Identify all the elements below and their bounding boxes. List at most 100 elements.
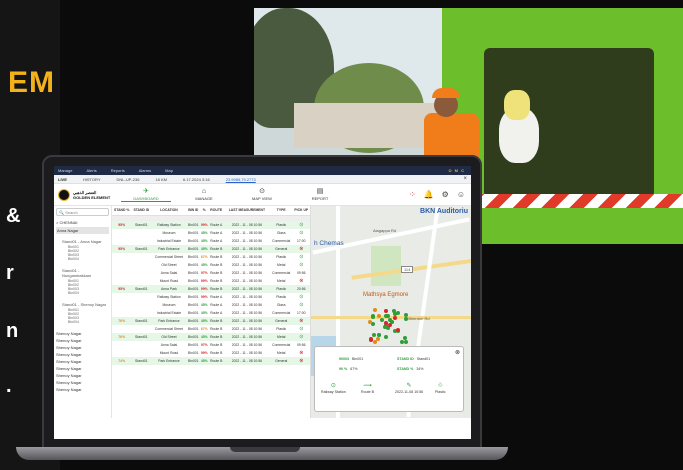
pickup-missed-icon[interactable]: ⊗ [299,318,303,324]
table-row[interactable]: Museum Bin001 45% Route A 2022 - 11 - 08 10:… [112,229,310,237]
cell-stand-pct [112,261,131,269]
cell-location: Anna Salai [160,343,178,347]
pickup-done-icon[interactable]: ⊙ [299,302,303,308]
table-row[interactable]: Industrial Estate Bin001 45% Route A 2022 - … [112,309,310,317]
bin-pin[interactable] [373,307,378,312]
area-item[interactable]: Shenoy Nagar [56,344,109,351]
nav-manage[interactable]: ⌂ MANAGE [179,188,229,201]
nav-report[interactable]: ▤ REPORT [295,188,345,201]
column-header[interactable]: PICK UP [292,206,310,216]
bin-pin[interactable] [395,310,400,315]
area-item[interactable]: Shenoy Nagar [56,372,109,379]
pickup-done-icon[interactable]: ⊙ [299,230,303,236]
bin-pin[interactable] [372,340,377,345]
column-header[interactable]: STAND % [112,206,132,216]
column-header[interactable]: LOCATION [151,206,187,216]
bell-icon[interactable]: 🔔 [424,190,434,199]
table-row[interactable]: 74% Stand01 Park Entrance Bin001 45% Route B2… [112,357,310,365]
pickup-done-icon[interactable]: ⊙ [299,222,303,228]
cell-pct: 97% [200,343,208,347]
table-row[interactable]: Mount Road Bin001 99% Route B 2022 - 11 - 08… [112,277,310,285]
table-row[interactable]: 76% Stand01 Old Street Bin001 45% Route B 2022… [112,333,310,341]
menu-reports[interactable]: Reports [111,168,125,173]
column-header[interactable]: BIN ID [186,206,200,216]
coords-link[interactable]: 23.9985,79.2773 [226,177,256,182]
history-tab[interactable]: HISTORY [83,177,101,182]
column-header[interactable]: % [199,206,209,216]
bin-pin[interactable] [372,333,377,338]
column-header[interactable]: TYPE [269,206,293,216]
column-header[interactable]: LAST MEASUREMENT [223,206,270,216]
bin-pin[interactable] [384,309,388,314]
area-item[interactable]: Shenoy Nagar [56,351,109,358]
pickup-done-icon[interactable]: ⊙ [299,262,303,268]
bin-pin[interactable] [376,332,381,337]
area-item[interactable]: Shenoy Nagar [56,379,109,386]
menu-alerts[interactable]: Alerts [86,168,96,173]
bin-pin[interactable] [390,320,395,325]
pickup-done-icon[interactable]: ⊙ [299,334,303,340]
bin-pin[interactable] [383,335,388,340]
pickup-missed-icon[interactable]: ⊗ [299,246,303,252]
area-item[interactable]: Shenoy Nagar [56,358,109,365]
bin-pin[interactable] [375,336,380,341]
table-row[interactable]: 95% Stand01 Railway Station Bin001 99% Route … [112,221,310,229]
nav-dashboard[interactable]: ✈ DASHBOARD [121,188,171,202]
menu-map[interactable]: Map [165,168,173,173]
profile-icon[interactable]: ☺ [457,190,465,199]
location-pin-icon: ⊙ [330,383,336,389]
bin-pin[interactable] [376,314,381,319]
stand-group-title[interactable]: Stand01 - Anna Nagar [56,238,109,245]
area-item[interactable]: Shenoy Nagar [56,337,109,344]
gear-icon[interactable]: ⚙ [442,190,449,199]
area-item[interactable]: Shenoy Nagar [56,386,109,393]
area-item[interactable]: Shenoy Nagar [56,330,109,337]
search-input[interactable]: 🔍 Search [56,208,109,216]
menu-alarms[interactable]: Alarms [139,168,151,173]
stand-group-title[interactable]: Stand01 - Nungambakkam [56,267,109,279]
cell-pct: 97% [200,271,208,275]
map-view[interactable]: BKN Auditoriu h Chemas Mathsya Egmore Al… [310,206,471,418]
area-item[interactable]: Shenoy Nagar [56,365,109,372]
bin-pin[interactable] [392,315,397,320]
table-row[interactable]: Anna Salai Bin001 97% Route B 2022 - 11 - 08… [112,341,310,349]
logo-text: العنصر الذهبي GOLDEN ELEMENT [73,190,110,200]
table-row[interactable]: 95% Stand01 Anna Park Bin001 99% Route B 2022 … [112,285,310,293]
table-row[interactable]: Industrial Estate Bin001 45% Route A 2022 - … [112,237,310,245]
column-header[interactable]: ROUTE [208,206,224,216]
pickup-missed-icon[interactable]: ⊗ [299,358,303,364]
cell-location: Museum [162,303,176,307]
table-row[interactable]: Anna Salai Bin001 97% Route B 2022 - 11 - 08… [112,269,310,277]
region-chennai[interactable]: > CHENNAI [56,220,109,225]
stand-group-title[interactable]: Stand01 - Shenoy Nagar [56,301,109,308]
cell-location: Railway Station [151,221,187,229]
table-row[interactable]: Museum Bin001 45% Route A 2022 - 11 - 08 10:… [112,301,310,309]
live-tab[interactable]: LIVE [58,177,67,182]
table-row[interactable]: Railway Station Bin001 99% Route A 2022 - 11… [112,293,310,301]
cell-last: 2022 - 11 - 08 10:56 [231,351,263,355]
table-row[interactable]: 95% Stand01 Park Entrance Bin001 45% Route B2… [112,245,310,253]
pickup-done-icon[interactable]: ⊙ [299,294,303,300]
table-row[interactable]: Commercial Street Bin001 67% Route B 2022 - … [112,325,310,333]
column-header[interactable]: STAND ID [131,206,152,216]
pickup-missed-icon[interactable]: ⊗ [299,350,303,356]
table-row[interactable]: 76% Stand01 Park Entrance Bin001 45% Route B2… [112,317,310,325]
bin-pin[interactable] [404,312,409,317]
apps-icon[interactable]: ⁘ [409,190,416,199]
golden-element-logo: العنصر الذهبي GOLDEN ELEMENT [58,186,113,204]
cell-route: Route B [208,245,224,253]
nav-map-view[interactable]: ⊙ MAP VIEW [237,188,287,201]
cell-stand-id [131,349,151,357]
pickup-done-icon[interactable]: ⊙ [299,254,303,260]
bin-pin[interactable] [403,339,408,344]
menu-manage[interactable]: Manage [58,168,72,173]
selected-area[interactable]: Anna Nagar [56,227,109,234]
cell-stand-id [131,309,151,317]
pickup-done-icon[interactable]: ⊙ [299,326,303,332]
table-row[interactable]: Old Street Bin001 45% Route B 2022 - 11 - 08… [112,261,310,269]
close-popup-icon[interactable]: ⊗ [455,349,460,356]
table-row[interactable]: Mount Road Bin001 99% Route B 2022 - 11 - 08… [112,349,310,357]
close-icon[interactable]: × [463,176,467,182]
table-row[interactable]: Commercial Street Bin001 67% Route B 2022 - … [112,253,310,261]
pickup-missed-icon[interactable]: ⊗ [299,278,303,284]
